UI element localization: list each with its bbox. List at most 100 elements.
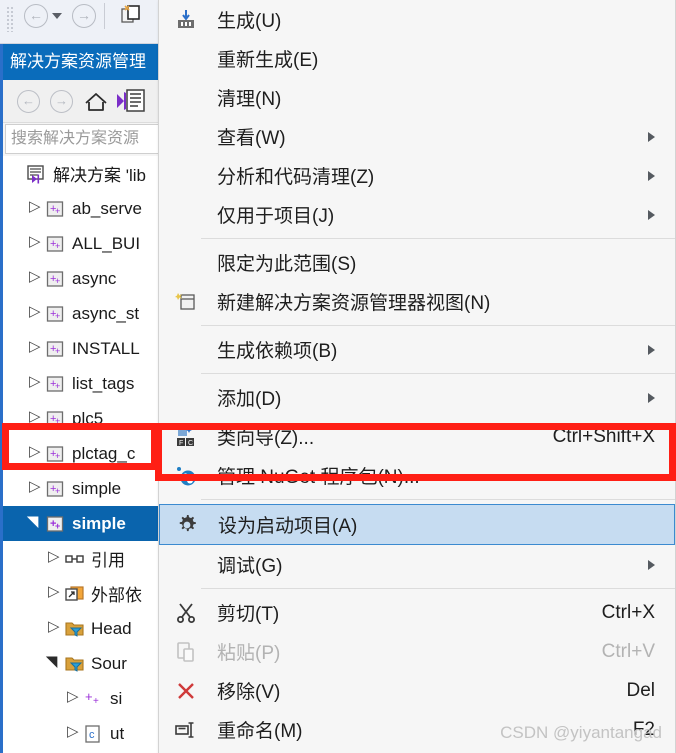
tree-row-selected[interactable]: ++simple [3, 506, 163, 541]
chevron-right-icon[interactable] [29, 337, 42, 356]
menu-item[interactable]: 查看(W) [159, 117, 675, 156]
tree-row[interactable]: ++INSTALL [3, 331, 163, 366]
navigate-backward-button[interactable]: ← [24, 4, 48, 28]
tree-row[interactable]: c ut [3, 716, 163, 751]
menu-separator [201, 588, 675, 589]
screenshot-root: ← → 解决方案资源管理 ← → 搜索解决方案资源 解决方案 'lib ▷ + … [0, 0, 676, 753]
cpp-project-icon: + + [45, 444, 67, 464]
solution-explorer-view-icon[interactable] [116, 89, 146, 120]
menu-item[interactable]: 添加(D) [159, 378, 675, 417]
panel-forward-button[interactable]: → [50, 90, 73, 113]
panel-back-button[interactable]: ← [17, 90, 40, 113]
navigate-forward-button[interactable]: → [72, 4, 96, 28]
chevron-right-icon[interactable] [29, 442, 42, 461]
menu-item[interactable]: 生成依赖项(B) [159, 330, 675, 369]
chevron-right-icon[interactable] [29, 267, 42, 286]
svg-text:+: + [55, 381, 60, 391]
menu-item[interactable]: 分析和代码清理(Z) [159, 156, 675, 195]
project-context-menu[interactable]: 生成(U) 重新生成(E) 清理(N) 查看(W) 分析和代码清理(Z) 仅用于项目(J)… [158, 0, 676, 753]
chevron-right-icon[interactable] [67, 687, 80, 706]
solution-explorer-panel: 解决方案资源管理 ← → 搜索解决方案资源 解决方案 'lib++ab_serv… [0, 44, 163, 753]
tree-row[interactable]: ++ab_serve [3, 191, 163, 226]
svg-text:+: + [55, 311, 60, 321]
chevron-right-icon[interactable] [48, 582, 61, 601]
c-file-icon: c [83, 724, 105, 744]
menu-item-label: 移除(V) [217, 682, 281, 703]
menu-item-label: 粘贴(P) [217, 643, 281, 664]
tree-row-label: list_tags [72, 373, 135, 393]
chevron-down-icon[interactable] [48, 657, 61, 670]
home-icon[interactable] [83, 91, 109, 118]
tree-row-label: 解决方案 'lib [53, 166, 146, 185]
menu-item-shortcut: Ctrl+V [601, 640, 655, 662]
menu-item-shortcut: Del [626, 679, 655, 701]
chevron-right-icon[interactable] [29, 232, 42, 251]
menu-item[interactable]: 生成(U) [159, 0, 675, 39]
chevron-right-icon[interactable] [29, 372, 42, 391]
svg-text:F: F [179, 440, 183, 447]
tree-row[interactable]: ++plc5 [3, 401, 163, 436]
tree-row-label: simple [72, 513, 126, 533]
gear-icon [174, 512, 200, 538]
menu-item[interactable]: 清理(N) [159, 78, 675, 117]
chevron-right-icon[interactable] [48, 547, 61, 566]
menu-item-label: 管理 NuGet 程序包(N)... [217, 467, 420, 488]
submenu-arrow-icon [648, 209, 655, 220]
tree-row[interactable]: 外部依 [3, 576, 163, 611]
menu-item[interactable]: 移除(V) Del [159, 671, 675, 710]
svg-text:+: + [55, 521, 60, 531]
panel-title: 解决方案资源管理 [3, 44, 163, 80]
svg-text:C: C [188, 440, 193, 447]
menu-item-label: 仅用于项目(J) [217, 206, 335, 227]
menu-separator [201, 373, 675, 374]
tree-row-label: ab_serve [72, 198, 142, 218]
svg-text:+: + [55, 241, 60, 251]
menu-item-label: 类向导(Z)... [217, 428, 315, 449]
menu-item[interactable]: 重新生成(E) [159, 39, 675, 78]
tree-row[interactable]: ++async_st [3, 296, 163, 331]
menu-item[interactable]: 限定为此范围(S) [159, 243, 675, 282]
menu-item-label: 重命名(M) [217, 721, 303, 742]
menu-item[interactable]: 新建解决方案资源管理器视图(N) [159, 282, 675, 321]
chevron-right-icon[interactable] [29, 302, 42, 321]
tree-row[interactable]: ++async [3, 261, 163, 296]
tree-row[interactable]: Sour [3, 646, 163, 681]
class-wizard-icon: FC [173, 424, 199, 450]
tree-row-label: async [72, 268, 117, 288]
chevron-right-icon[interactable] [29, 407, 42, 426]
chevron-right-icon[interactable] [29, 197, 42, 216]
tree-row[interactable]: ++list_tags [3, 366, 163, 401]
tree-row[interactable]: ++ALL_BUI [3, 226, 163, 261]
tree-row[interactable]: ++plctag_c [3, 436, 163, 471]
chevron-right-icon[interactable] [48, 617, 61, 636]
tree-row[interactable]: ++simple [3, 471, 163, 506]
menu-item[interactable]: 仅用于项目(J) [159, 195, 675, 234]
chevron-right-icon[interactable] [67, 722, 80, 741]
tree-row[interactable]: ++si [3, 681, 163, 716]
tree-row-label: plctag_c [72, 443, 136, 463]
menu-item[interactable]: 管理 NuGet 程序包(N)... [159, 456, 675, 495]
menu-item[interactable]: 剪切(T) Ctrl+X [159, 593, 675, 632]
tree-row[interactable]: 引用 [3, 541, 163, 576]
menu-item-label: 限定为此范围(S) [217, 254, 357, 275]
menu-item[interactable]: 调试(G) [159, 545, 675, 584]
solution-tree[interactable]: 解决方案 'lib++ab_serve++ALL_BUI++async++asy… [3, 156, 163, 753]
menu-item[interactable]: 设为启动项目(A) [159, 504, 675, 545]
menu-item-label: 生成依赖项(B) [217, 341, 338, 362]
chevron-down-icon[interactable] [52, 13, 62, 19]
svg-text:+: + [55, 451, 60, 461]
chevron-down-icon[interactable] [29, 517, 42, 530]
window-tile-icon[interactable] [118, 2, 144, 28]
menu-item[interactable]: F C 类向导(Z)... Ctrl+Shift+X [159, 417, 675, 456]
menu-item-label: 设为启动项目(A) [218, 516, 358, 537]
chevron-right-icon[interactable] [29, 477, 42, 496]
build-icon [173, 7, 199, 33]
cpp-project-icon: + + [45, 339, 67, 359]
filter-folder-icon [64, 654, 86, 674]
tree-row-label: ALL_BUI [72, 233, 141, 253]
search-input[interactable]: 搜索解决方案资源 [5, 124, 163, 154]
tree-row[interactable]: Head [3, 611, 163, 646]
submenu-arrow-icon [648, 392, 655, 403]
tree-row[interactable]: 解决方案 'lib [3, 156, 163, 191]
toolbar-grip[interactable] [6, 6, 14, 32]
